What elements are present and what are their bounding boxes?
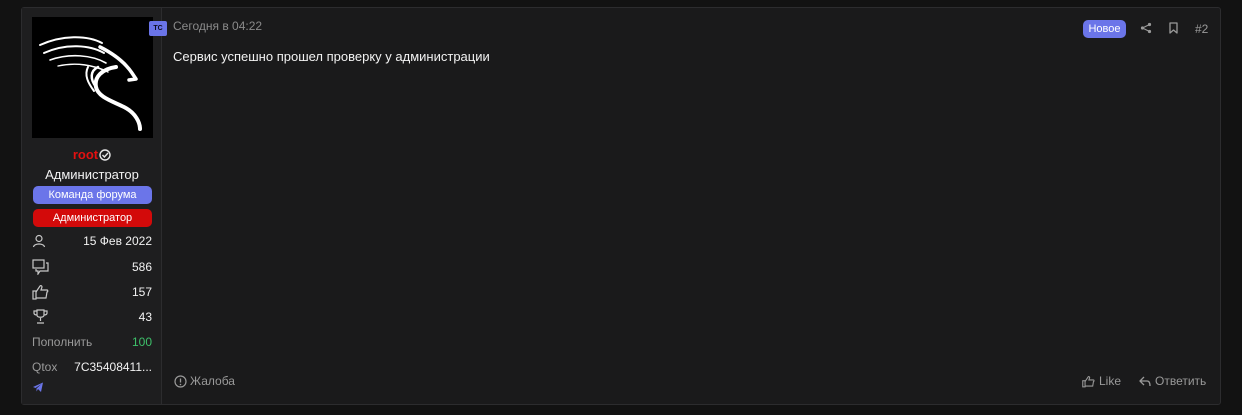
reply-label: Ответить bbox=[1155, 374, 1207, 388]
reactions-count: 157 bbox=[131, 285, 152, 299]
thumbs-up-icon bbox=[32, 284, 49, 300]
thumbs-up-icon bbox=[1082, 375, 1095, 387]
telegram-icon[interactable] bbox=[32, 381, 44, 393]
username[interactable]: root bbox=[22, 147, 162, 162]
new-badge: Новое bbox=[1083, 20, 1126, 38]
user-sidebar: ТС root Администратор Команда форума Адм… bbox=[22, 8, 167, 404]
user-title: Администратор bbox=[45, 167, 139, 182]
reply-button[interactable]: Ответить bbox=[1139, 374, 1206, 388]
field-topup: Пополнить 100 bbox=[32, 333, 152, 351]
like-button[interactable]: Like bbox=[1082, 374, 1121, 388]
post-date[interactable]: Сегодня в 04:22 bbox=[173, 19, 262, 33]
banner-administrator: Администратор bbox=[33, 209, 152, 227]
bookmark-icon[interactable] bbox=[1168, 22, 1179, 34]
qtox-value: 7C35408411... bbox=[74, 360, 152, 374]
stat-joined: 15 Фев 2022 bbox=[32, 232, 152, 250]
user-icon bbox=[32, 234, 46, 248]
messages-icon bbox=[32, 259, 49, 275]
username-text[interactable]: root bbox=[73, 147, 98, 162]
report-label: Жалоба bbox=[190, 374, 235, 388]
stat-messages: 586 bbox=[32, 258, 152, 276]
verified-check-icon bbox=[99, 149, 111, 161]
reply-icon bbox=[1139, 376, 1151, 386]
topup-value: 100 bbox=[131, 335, 152, 349]
stat-trophies: 43 bbox=[32, 308, 152, 326]
like-label: Like bbox=[1099, 374, 1122, 388]
messages-count: 586 bbox=[131, 260, 152, 274]
post-number-link[interactable]: #2 bbox=[1195, 22, 1208, 36]
topup-label: Пополнить bbox=[32, 335, 93, 349]
info-circle-icon bbox=[174, 374, 187, 388]
trophies-count: 43 bbox=[138, 310, 152, 324]
post-body: Сервис успешно прошел проверку у админис… bbox=[173, 49, 490, 64]
dragon-logo-icon bbox=[39, 36, 142, 131]
user-avatar[interactable]: ТС bbox=[32, 17, 167, 138]
forum-post: ТС root Администратор Команда форума Адм… bbox=[21, 7, 1221, 405]
share-icon[interactable] bbox=[1140, 22, 1152, 34]
qtox-label: Qtox bbox=[32, 360, 58, 374]
report-button[interactable]: Жалоба bbox=[174, 374, 235, 388]
field-qtox: Qtox 7C35408411... bbox=[32, 358, 152, 376]
topic-starter-badge: ТС bbox=[149, 21, 167, 36]
banner-forum-team: Команда форума bbox=[33, 186, 152, 204]
joined-date: 15 Фев 2022 bbox=[83, 234, 152, 248]
stat-reactions: 157 bbox=[32, 283, 152, 301]
trophy-icon bbox=[33, 309, 48, 324]
